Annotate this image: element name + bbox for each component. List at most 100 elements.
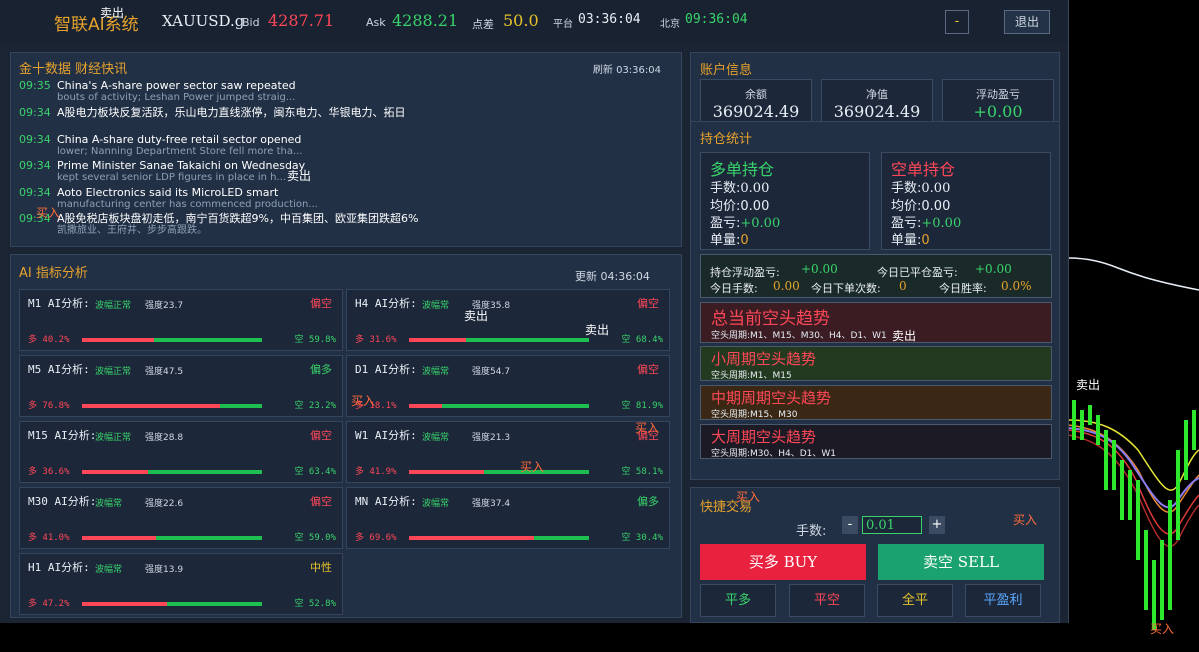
- long-count-row: 单量:0: [710, 229, 749, 248]
- float-pnl-label: 浮动盈亏: [976, 88, 1020, 101]
- overlay-buy-1: 买入: [36, 206, 61, 220]
- ai-analysis-box: D1 AI分析: 波幅常 强度54.7 偏空多 18.1% 空 81.9%: [346, 355, 670, 417]
- trend-overall-sub: 空头周期:M1、M15、M30、H4、D1、W1: [711, 331, 887, 341]
- account-title: 账户信息: [700, 63, 753, 78]
- ai-box-long-percent: 多 40.2%: [28, 335, 70, 345]
- buy-button[interactable]: 买多 BUY: [700, 544, 866, 580]
- news-item[interactable]: 09:34 Aoto Electronics said its MicroLED …: [19, 186, 278, 199]
- ai-analysis-box: M1 AI分析: 波幅正常 强度23.7 偏空多 40.2% 空 59.8%: [19, 289, 343, 351]
- ai-box-short-percent: 空 23.2%: [294, 401, 336, 411]
- short-count-label: 单量:: [891, 233, 922, 248]
- trend-small-title: 小周期空头趋势: [711, 350, 817, 368]
- today-lots-value: 0.00: [773, 279, 800, 293]
- ai-box-label: H1 AI分析:: [28, 561, 90, 574]
- ai-box-short-percent: 空 58.1%: [621, 467, 663, 477]
- minimize-button[interactable]: -: [945, 10, 969, 34]
- news-refresh-time: 刷新 03:36:04: [592, 65, 661, 76]
- today-orders-label: 今日下单次数:: [811, 282, 881, 295]
- beijing-label: 北京: [660, 19, 680, 30]
- ai-analysis-box: MN AI分析: 波幅常 强度37.4 偏多多 69.6% 空 30.4%: [346, 487, 670, 549]
- news-item[interactable]: 09:34 China A-share duty-free retail sect…: [19, 133, 301, 146]
- trend-medium-title: 中期周期空头趋势: [711, 389, 832, 407]
- ai-box-state: 波幅正常: [95, 301, 132, 311]
- ai-box-long-percent: 多 31.6%: [355, 335, 397, 345]
- ai-box-strength: 强度54.7: [472, 367, 511, 377]
- ai-box-bias: 偏空: [310, 495, 332, 508]
- overlay-buy-5: 买入: [736, 490, 761, 504]
- winrate-label: 今日胜率:: [939, 282, 987, 295]
- bid-label: Bid: [242, 16, 260, 29]
- news-headline: China's A-share power sector saw repeate…: [57, 79, 296, 92]
- equity-card: 净值 369024.49: [821, 79, 933, 123]
- daily-stats-box: 持仓浮动盈亏: +0.00 今日已平仓盈亏: +0.00 今日手数: 0.00 …: [700, 254, 1052, 298]
- ai-box-label: M5 AI分析:: [28, 363, 90, 376]
- sell-button[interactable]: 卖空 SELL: [878, 544, 1044, 580]
- short-count-value: 0: [921, 233, 930, 248]
- long-count-value: 0: [740, 233, 749, 248]
- trend-small-sub: 空头周期:M1、M15: [711, 371, 792, 381]
- ai-box-short-percent: 空 59.8%: [294, 335, 336, 345]
- platform-time: 03:36:04: [578, 12, 641, 27]
- long-lots-value: 0.00: [740, 181, 770, 196]
- news-summary: manufacturing center has commenced produ…: [57, 199, 318, 210]
- news-summary: bouts of activity; Leshan Power jumped s…: [57, 92, 296, 103]
- close-profit-button[interactable]: 平盈利: [965, 584, 1041, 617]
- lots-minus-button[interactable]: -: [842, 516, 858, 534]
- ai-box-short-percent: 空 30.4%: [621, 533, 663, 543]
- ai-box-strength: 强度23.7: [145, 301, 184, 311]
- top-bar: 智联AI系统 XAUUSD.g Bid 4287.71 Ask 4288.21 …: [0, 0, 1068, 44]
- news-item[interactable]: 09:35 China's A-share power sector saw re…: [19, 79, 296, 92]
- short-lots-value: 0.00: [921, 181, 951, 196]
- ai-box-ratio-bar: [82, 404, 262, 408]
- ai-box-strength: 强度13.9: [145, 565, 184, 575]
- ai-box-label: MN AI分析:: [355, 495, 417, 508]
- ai-box-short-percent: 空 59.0%: [294, 533, 336, 543]
- ai-box-ratio-bar: [409, 536, 589, 540]
- closed-pnl-value: +0.00: [975, 262, 1012, 276]
- long-lots-row: 手数:0.00: [710, 177, 769, 196]
- news-time: 09:34: [19, 159, 51, 172]
- long-count-label: 单量:: [710, 233, 741, 248]
- ai-box-long-fill: [409, 338, 466, 342]
- ai-box-strength: 强度28.8: [145, 433, 184, 443]
- today-lots-label: 今日手数:: [710, 282, 758, 295]
- ai-box-long-fill: [409, 404, 442, 408]
- ai-box-ratio-bar: [409, 470, 589, 474]
- short-lots-label: 手数:: [891, 181, 922, 196]
- ai-box-state: 波幅正常: [95, 367, 132, 377]
- ai-box-strength: 强度22.6: [145, 499, 184, 509]
- overlay-sell-2: 卖出: [287, 169, 312, 183]
- overlay-buy-3: 买入: [635, 421, 660, 435]
- trend-overall-title: 总当前空头趋势: [711, 309, 830, 329]
- news-item[interactable]: 09:34 A股免税店板块盘初走低，南宁百货跌超9%，中百集团、欧亚集团跌超6%: [19, 212, 418, 225]
- exit-button[interactable]: 退出: [1004, 10, 1050, 34]
- chart-overlay-buy: 买入: [1150, 622, 1175, 636]
- news-headline: A股电力板块反复活跃，乐山电力直线涨停，闽东电力、华银电力、拓日: [57, 106, 406, 119]
- ai-box-bias: 偏多: [637, 495, 659, 508]
- overlay-sell-1: 卖出: [100, 6, 125, 20]
- ai-box-label: M15 AI分析:: [28, 429, 97, 442]
- close-short-button[interactable]: 平空: [789, 584, 865, 617]
- trading-panel: 智联AI系统 XAUUSD.g Bid 4287.71 Ask 4288.21 …: [0, 0, 1069, 623]
- ai-box-state: 波幅正常: [95, 433, 132, 443]
- close-long-button[interactable]: 平多: [700, 584, 776, 617]
- news-item[interactable]: 09:34 A股电力板块反复活跃，乐山电力直线涨停，闽东电力、华银电力、拓日: [19, 106, 406, 119]
- balance-card: 余额 369024.49: [700, 79, 812, 123]
- ai-box-strength: 强度21.3: [472, 433, 511, 443]
- news-item[interactable]: 09:34 Prime Minister Sanae Takaichi on We…: [19, 159, 305, 172]
- trend-small: 小周期空头趋势 空头周期:M1、M15: [700, 346, 1052, 381]
- ai-box-strength: 强度47.5: [145, 367, 184, 377]
- ai-box-long-fill: [82, 470, 148, 474]
- ai-box-ratio-bar: [82, 338, 262, 342]
- lots-plus-button[interactable]: +: [929, 516, 945, 534]
- ai-box-label: M1 AI分析:: [28, 297, 90, 310]
- lots-input[interactable]: 0.01: [862, 516, 922, 534]
- short-positions-box: 空单持仓 手数:0.00 均价:0.00 盈亏:+0.00 单量:0: [881, 152, 1051, 250]
- chart-candles: [1068, 0, 1199, 652]
- close-all-button[interactable]: 全平: [877, 584, 953, 617]
- ai-title: AI 指标分析: [19, 266, 88, 281]
- ai-box-long-percent: 多 69.6%: [355, 533, 397, 543]
- long-positions-box: 多单持仓 手数:0.00 均价:0.00 盈亏:+0.00 单量:0: [700, 152, 870, 250]
- ai-analysis-box: H4 AI分析: 波幅常 强度35.8 偏空多 31.6% 空 68.4%: [346, 289, 670, 351]
- ai-box-bias: 偏空: [637, 363, 659, 376]
